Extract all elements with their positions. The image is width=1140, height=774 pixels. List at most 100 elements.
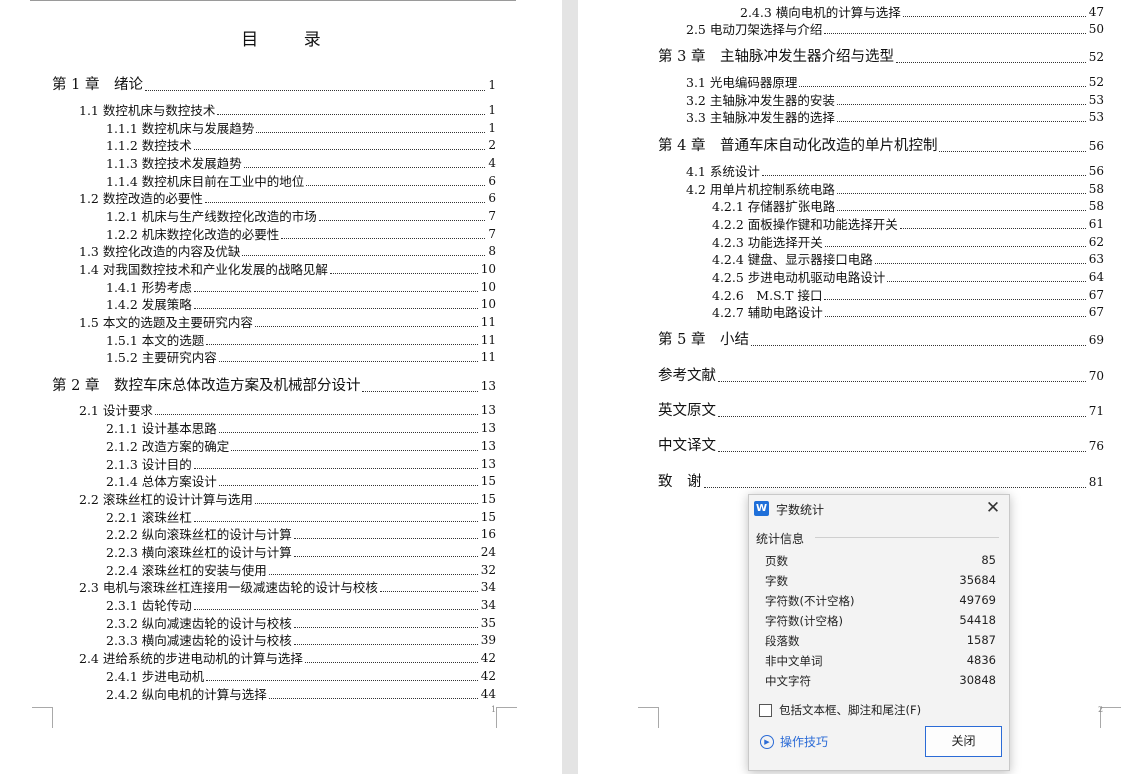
- toc-leader-dots: [281, 238, 486, 239]
- toc-entry-title: 第 2 章 数控车床总体改造方案及机械部分设计: [52, 378, 361, 394]
- close-button[interactable]: 关闭: [925, 726, 1002, 757]
- toc-leader-dots: [939, 151, 1086, 152]
- toc-entry-page: 35: [480, 616, 496, 630]
- stat-value: 4836: [966, 653, 996, 667]
- tips-link[interactable]: ▶ 操作技巧: [760, 733, 828, 750]
- toc-entry-page: 7: [488, 227, 496, 241]
- toc-section-entry: 2.2 滚珠丝杠的设计计算与选用 15: [79, 491, 496, 507]
- toc-entry-title: 第 1 章 绪论: [52, 77, 143, 93]
- toc-section-entry: 3.1 光电编码器原理 52: [686, 74, 1104, 90]
- toc-leader-dots: [218, 361, 478, 362]
- toc-entry-page: 34: [480, 598, 496, 612]
- toc-leader-dots: [837, 210, 1086, 211]
- toc-leader-dots: [193, 291, 478, 292]
- toc-entry-title: 第 5 章 小结: [658, 332, 749, 348]
- toc-entry-page: 4: [488, 156, 496, 170]
- toc-leader-dots: [761, 175, 1086, 176]
- toc-entry-page: 58: [1088, 182, 1104, 196]
- toc-leader-dots: [193, 609, 478, 610]
- toc-entry-title: 1.1.3 数控技术发展趋势: [106, 156, 242, 171]
- toc-entry-title: 3.1 光电编码器原理: [686, 75, 798, 90]
- toc-entry-page: 1: [488, 103, 496, 117]
- stat-row: 字符数(计空格) 54418: [765, 613, 996, 629]
- toc-entry-title: 1.2.2 机床数控化改造的必要性: [106, 227, 280, 242]
- toc-section-entry: 3.2 主轴脉冲发生器的安装 53: [686, 92, 1104, 108]
- stat-label: 字符数(不计空格): [765, 594, 855, 608]
- close-icon[interactable]: ✕: [983, 498, 1003, 518]
- toc-section-entry: 2.3 电机与滚珠丝杠连接用一级减速齿轮的设计与校核 34: [79, 579, 496, 595]
- toc-entry-title: 2.2.2 纵向滚珠丝杠的设计与计算: [106, 527, 292, 542]
- toc-leader-dots: [154, 414, 478, 415]
- toc-entry-title: 2.1.3 设计目的: [106, 457, 192, 472]
- word-count-dialog[interactable]: W 字数统计 ✕ 统计信息 页数 85 字数 35684 字符数(不计空格) 49769 字…: [748, 494, 1010, 771]
- toc-subsection-entry: 4.2.5 步进电动机驱动电路设计 64: [712, 269, 1104, 285]
- toc-subsection-entry: 1.2.1 机床与生产线数控化改造的市场 7: [106, 208, 496, 224]
- toc-entry-page: 11: [480, 315, 496, 329]
- toc-leader-dots: [204, 202, 486, 203]
- toc-leader-dots: [824, 316, 1086, 317]
- checkbox-box[interactable]: [759, 703, 772, 717]
- toc-section-entry: 3.3 主轴脉冲发生器的选择 53: [686, 109, 1104, 125]
- document-page-1: 目 录 第 1 章 绪论 1 1.1 数控机床与数控技术 1 1.1.1 数控机床与发展…: [0, 0, 562, 774]
- toc-entry-page: 81: [1088, 475, 1104, 489]
- toc-leader-dots: [206, 344, 478, 345]
- toc-leader-dots: [887, 281, 1086, 282]
- toc-entry-page: 58: [1088, 199, 1104, 213]
- toc-leader-dots: [902, 16, 1086, 17]
- toc-entry-page: 62: [1088, 235, 1104, 249]
- toc-section-entry: 1.5 本文的选题及主要研究内容 11: [79, 314, 496, 330]
- toc-entry-page: 56: [1088, 139, 1104, 153]
- toc-leader-dots: [293, 538, 478, 539]
- dialog-titlebar[interactable]: W 字数统计 ✕: [749, 495, 1009, 523]
- toc-leader-dots: [242, 255, 486, 256]
- toc-leader-dots: [836, 121, 1086, 122]
- toc-leader-dots: [193, 521, 478, 522]
- toc-leader-dots: [193, 149, 486, 150]
- toc-chapter-entry: 致 谢 81: [658, 472, 1104, 491]
- toc-entry-page: 32: [480, 563, 496, 577]
- toc-subsection-entry: 2.2.2 纵向滚珠丝杠的设计与计算 16: [106, 526, 496, 542]
- toc-subsection-entry: 2.1.3 设计目的 13: [106, 456, 496, 472]
- crop-mark: [32, 707, 53, 728]
- toc-entry-page: 13: [480, 403, 496, 417]
- toc-entry-title: 2.2 滚珠丝杠的设计计算与选用: [79, 492, 253, 507]
- toc-entry-title: 2.2.1 滚珠丝杠: [106, 510, 192, 525]
- toc-subsection-entry: 2.1.4 总体方案设计 15: [106, 473, 496, 489]
- play-icon: ▶: [760, 734, 774, 749]
- toc-leader-dots: [206, 680, 478, 681]
- stat-label: 段落数: [765, 634, 800, 648]
- toc-entry-title: 2.3.3 横向减速齿轮的设计与校核: [106, 633, 292, 648]
- toc-chapter-entry: 参考文献 70: [658, 366, 1104, 385]
- toc-section-entry: 1.2 数控改造的必要性 6: [79, 190, 496, 206]
- toc-leader-dots: [750, 345, 1086, 346]
- toc-entry-page: 13: [480, 379, 496, 393]
- toc-leader-dots: [718, 451, 1086, 452]
- toc-entry-title: 2.1.1 设计基本思路: [106, 421, 217, 436]
- toc-entry-page: 70: [1088, 369, 1104, 383]
- toc-entry-title: 1.2.1 机床与生产线数控化改造的市场: [106, 209, 317, 224]
- toc-entry-title: 1.1.1 数控机床与发展趋势: [106, 121, 255, 136]
- toc-entry-title: 致 谢: [658, 474, 702, 490]
- toc-leader-dots: [268, 698, 478, 699]
- toc-leader-dots: [304, 662, 478, 663]
- toc-entry-title: 参考文献: [658, 368, 716, 384]
- toc-entry-title: 4.2.1 存储器扩张电路: [712, 199, 836, 214]
- toc-section-entry: 1.1 数控机床与数控技术 1: [79, 102, 496, 118]
- include-textbox-checkbox[interactable]: 包括文本框、脚注和尾注(F): [759, 702, 921, 718]
- stat-label: 非中文单词: [765, 654, 823, 668]
- stat-value: 85: [981, 553, 996, 567]
- toc-entry-title: 4.2.5 步进电动机驱动电路设计: [712, 270, 886, 285]
- toc-entry-page: 24: [480, 545, 496, 559]
- toc-leader-dots: [218, 432, 478, 433]
- toc-subsection-entry: 1.4.1 形势考虑 10: [106, 279, 496, 295]
- toc-leader-dots: [799, 86, 1086, 87]
- toc-entry-page: 42: [480, 651, 496, 665]
- toc-entry-title: 2.2.3 横向滚珠丝杠的设计与计算: [106, 545, 292, 560]
- toc-subsection-entry: 4.2.6 M.S.T 接口 67: [712, 287, 1104, 303]
- toc-entry-page: 2: [488, 138, 496, 152]
- stat-row: 字符数(不计空格) 49769: [765, 593, 996, 609]
- toc-section-entry: 2.1 设计要求 13: [79, 402, 496, 418]
- stat-row: 字数 35684: [765, 573, 996, 589]
- toc-subsection-entry: 2.3.2 纵向减速齿轮的设计与校核 35: [106, 615, 496, 631]
- toc-leader-dots: [293, 556, 478, 557]
